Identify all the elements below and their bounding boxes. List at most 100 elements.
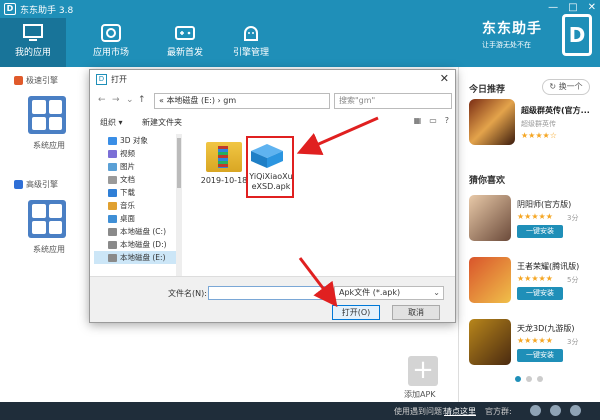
game-stars: ★★★★★ — [517, 212, 553, 221]
open-file-dialog: D 打开 ✕ ← → ⌄ ↑ « 本地磁盘 (E:) › gm 搜索"gm" 组… — [89, 69, 456, 323]
scroll-thumb[interactable] — [177, 138, 181, 188]
help-link[interactable]: 请点这里 — [444, 406, 476, 417]
add-apk-label: 添加APK — [404, 390, 436, 399]
featured-game-stars: ★★★★☆ — [521, 131, 557, 140]
open-button[interactable]: 打开(O) — [332, 305, 380, 320]
back-icon[interactable]: ← — [98, 95, 106, 105]
install-button[interactable]: 一键安装 — [517, 287, 563, 300]
up-icon[interactable]: ↑ — [138, 95, 146, 105]
game-thumb[interactable] — [469, 195, 511, 241]
carousel-dot[interactable] — [526, 376, 532, 382]
tab-app-market[interactable]: 应用市场 — [78, 18, 144, 67]
game-name[interactable]: 天龙3D(九游版) — [517, 323, 575, 334]
brand-name: 东东助手 — [482, 21, 542, 37]
engine-section-fast: 极速引擎 系统应用 — [14, 75, 84, 151]
close-icon[interactable]: ✕ — [588, 2, 596, 13]
tree-item-label: 桌面 — [120, 214, 135, 223]
game-item: 王者荣耀(腾讯版) ★★★★★ 5分 一键安装 — [469, 257, 597, 307]
new-folder-button[interactable]: 新建文件夹 — [142, 117, 182, 128]
carousel-dot[interactable] — [515, 376, 521, 382]
tab-engine-management[interactable]: 引擎管理 — [218, 18, 284, 67]
brand-mark: D — [562, 14, 592, 56]
tree-item-label: 文档 — [120, 175, 135, 184]
tree-item[interactable]: 本地磁盘 (C:) — [94, 225, 181, 238]
tree-item-label: 音乐 — [120, 201, 135, 210]
game-score: 3分 — [567, 338, 579, 346]
left-panel: 极速引擎 系统应用 高级引擎 系统应用 — [0, 67, 88, 402]
game-name[interactable]: 王者荣耀(腾讯版) — [517, 261, 579, 272]
apk-file-icon[interactable] — [249, 142, 285, 170]
add-apk-button[interactable]: + — [408, 356, 438, 386]
featured-game-thumb[interactable] — [469, 99, 515, 145]
wechat-icon[interactable] — [570, 405, 581, 416]
featured-game-name[interactable]: 超级群英传(官方... — [521, 105, 590, 116]
game-stars: ★★★★★ — [517, 274, 553, 283]
tree-item-icon — [108, 136, 117, 145]
apk-file-name[interactable]: YiQiXiaoXueXSD.apk — [248, 172, 294, 192]
filename-input[interactable] — [208, 286, 332, 300]
recent-icon[interactable]: ⌄ — [126, 95, 134, 105]
game-item: 阴阳师(官方版) ★★★★★ 3分 一键安装 — [469, 195, 597, 245]
tree-item-icon — [108, 175, 117, 184]
filetype-select[interactable]: Apk文件 (*.apk) ⌄ — [334, 286, 444, 300]
tree-item[interactable]: 视频 — [94, 147, 181, 160]
preview-pane-icon[interactable]: ▭ — [429, 116, 437, 125]
tab-new-releases[interactable]: 最新首发 — [152, 18, 218, 67]
tree-item-label: 本地磁盘 (C:) — [120, 227, 166, 236]
tree-item-icon — [108, 188, 117, 197]
featured-game-sub: 超级群英传 — [521, 120, 556, 128]
system-apps-icon[interactable] — [28, 200, 66, 238]
right-panel: 今日推荐 ↻ 换一个 超级群英传(官方... 超级群英传 ★★★★☆ 猜你喜欢 … — [458, 67, 600, 402]
tab-label: 引擎管理 — [232, 48, 269, 58]
path-input[interactable]: « 本地磁盘 (E:) › gm — [154, 93, 330, 109]
status-bar: 使用遇到问题? 请点这里 官方群: — [0, 402, 600, 420]
gamepad-icon — [175, 26, 195, 40]
section-caption: 系统应用 — [33, 245, 65, 254]
help-icon[interactable]: ? — [445, 116, 449, 125]
tree-item[interactable]: 桌面 — [94, 212, 181, 225]
tree-item[interactable]: 本地磁盘 (E:) — [94, 251, 181, 264]
organize-button[interactable]: 组织 ▾ — [100, 117, 123, 128]
dialog-title-bar: D 打开 ✕ — [90, 70, 455, 90]
game-thumb[interactable] — [469, 257, 511, 303]
cancel-button[interactable]: 取消 — [392, 305, 440, 320]
brand-tagline: 让手游无处不在 — [482, 41, 531, 49]
brand-logo: 东东助手 让手游无处不在 D — [482, 14, 592, 58]
window-controls: — □ ✕ — [548, 2, 596, 13]
tree-item[interactable]: 文档 — [94, 173, 181, 186]
filetype-value: Apk文件 (*.apk) — [339, 288, 401, 297]
search-input[interactable]: 搜索"gm" — [334, 93, 452, 109]
tree-item[interactable]: 下载 — [94, 186, 181, 199]
carousel-dot[interactable] — [537, 376, 543, 382]
install-button[interactable]: 一键安装 — [517, 349, 563, 362]
android-icon — [244, 26, 258, 41]
tab-my-apps[interactable]: 我的应用 — [0, 18, 66, 67]
tree-item[interactable]: 本地磁盘 (D:) — [94, 238, 181, 251]
tree-scrollbar[interactable] — [176, 134, 182, 276]
filename-label: 文件名(N): — [168, 289, 207, 298]
dialog-close-icon[interactable]: ✕ — [440, 72, 449, 85]
install-button[interactable]: 一键安装 — [517, 225, 563, 238]
view-icons: ▦ ▭ ? — [414, 116, 449, 125]
folder-icon[interactable] — [206, 142, 242, 172]
refresh-button[interactable]: ↻ 换一个 — [542, 79, 590, 95]
view-mode-icon[interactable]: ▦ — [414, 116, 422, 125]
engine-icon — [14, 76, 23, 85]
game-stars: ★★★★★ — [517, 336, 553, 345]
nav-tree: 3D 对象 视频 图片文档下载音乐桌面本地磁盘 (C:) 本地磁盘 (D:) 本地磁盘 … — [94, 134, 182, 276]
address-bar: ← → ⌄ ↑ « 本地磁盘 (E:) › gm 搜索"gm" — [94, 92, 453, 110]
tree-item[interactable]: 图片 — [94, 160, 181, 173]
game-thumb[interactable] — [469, 319, 511, 365]
folder-name[interactable]: 2019-10-18 — [196, 176, 252, 186]
maximize-icon[interactable]: □ — [568, 2, 577, 13]
section-header: 高级引擎 — [26, 180, 58, 189]
tree-item[interactable]: 3D 对象 — [94, 134, 181, 147]
forward-icon[interactable]: → — [112, 95, 120, 105]
weibo-icon[interactable] — [550, 405, 561, 416]
qq-icon[interactable] — [530, 405, 541, 416]
tree-item-icon — [108, 227, 117, 236]
game-name[interactable]: 阴阳师(官方版) — [517, 199, 571, 210]
tree-item[interactable]: 音乐 — [94, 199, 181, 212]
system-apps-icon[interactable] — [28, 96, 66, 134]
minimize-icon[interactable]: — — [548, 2, 558, 13]
